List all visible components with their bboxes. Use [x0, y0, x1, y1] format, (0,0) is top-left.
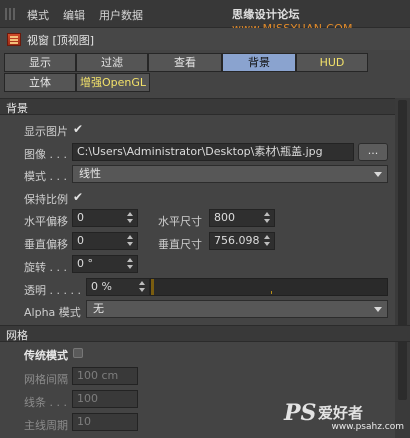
- window-title: 视窗 [顶视图]: [27, 34, 95, 47]
- major-lines-label: 主线周期: [24, 419, 68, 432]
- grid-spacing-value: 100 cm: [77, 369, 119, 382]
- tab-enhanced-opengl[interactable]: 增强OpenGL: [76, 73, 150, 92]
- rotate-value: 0 °: [77, 257, 93, 270]
- transparency-label: 透明 . . . . .: [24, 284, 81, 297]
- h-offset-label: 水平偏移: [24, 215, 68, 228]
- section-grid[interactable]: 网格: [0, 325, 410, 342]
- watermark-prefix: 思缘设计论坛: [232, 8, 300, 21]
- major-lines-value: 10: [77, 415, 91, 428]
- v-offset-input[interactable]: 0: [72, 232, 138, 250]
- keep-ratio-label: 保持比例: [24, 193, 68, 206]
- spinner-icon[interactable]: [264, 212, 271, 224]
- logo-url: www.psahz.com: [331, 422, 404, 432]
- h-size-value: 800: [214, 211, 235, 224]
- transparency-input[interactable]: 0 %: [86, 278, 150, 296]
- v-offset-label: 垂直偏移: [24, 238, 68, 251]
- v-size-label: 垂直尺寸: [158, 238, 202, 251]
- chevron-down-icon: [374, 307, 382, 312]
- tab-display[interactable]: 显示: [4, 53, 76, 72]
- viewport-icon: [7, 33, 21, 46]
- title-bar: 视窗 [顶视图]: [0, 28, 410, 50]
- mode-dropdown[interactable]: 线性: [72, 165, 388, 183]
- v-offset-value: 0: [77, 234, 84, 247]
- image-label: 图像 . . .: [24, 148, 67, 161]
- grid-lines-label: 线条 . . .: [24, 396, 67, 409]
- spinner-icon[interactable]: [127, 235, 134, 247]
- alpha-mode-value: 无: [93, 302, 104, 315]
- section-grid-label: 网格: [6, 329, 28, 342]
- grid-spacing-label: 网格间隔: [24, 373, 68, 386]
- site-logo: PS 爱好者 www.psahz.com: [284, 400, 404, 432]
- browse-button[interactable]: ...: [358, 143, 388, 161]
- section-background-label: 背景: [6, 102, 28, 115]
- logo-cn: 爱好者: [318, 404, 364, 422]
- v-size-value: 756.098: [214, 234, 260, 247]
- menu-bar: 模式 编辑 用户数据 思缘设计论坛 www.MISSYUAN.COM: [0, 0, 410, 35]
- spinner-icon[interactable]: [127, 258, 134, 270]
- chevron-down-icon: [374, 172, 382, 177]
- rotate-input[interactable]: 0 °: [72, 255, 138, 273]
- show-image-label: 显示图片: [24, 125, 68, 138]
- show-image-checkbox[interactable]: ✔: [73, 123, 85, 135]
- major-lines-input[interactable]: 10: [72, 413, 138, 431]
- tab-background[interactable]: 背景: [222, 53, 296, 72]
- tab-filter[interactable]: 过滤: [76, 53, 148, 72]
- h-size-label: 水平尺寸: [158, 215, 202, 228]
- alpha-mode-label: Alpha 模式: [24, 306, 81, 319]
- menu-userdata[interactable]: 用户数据: [99, 7, 143, 23]
- scrollbar-thumb[interactable]: [398, 100, 407, 400]
- grid-spacing-input[interactable]: 100 cm: [72, 367, 138, 385]
- h-offset-value: 0: [77, 211, 84, 224]
- logo-ps: PS: [284, 400, 317, 426]
- legacy-mode-checkbox[interactable]: [73, 348, 83, 358]
- v-size-input[interactable]: 756.098: [209, 232, 275, 250]
- grid-lines-value: 100: [77, 392, 98, 405]
- slider-fill: [151, 279, 154, 295]
- grid-lines-input[interactable]: 100: [72, 390, 138, 408]
- rotate-label: 旋转 . . .: [24, 261, 67, 274]
- menu-mode[interactable]: 模式: [27, 7, 49, 23]
- tab-view[interactable]: 查看: [148, 53, 222, 72]
- slider-tick: [271, 291, 272, 294]
- section-background[interactable]: 背景: [0, 98, 410, 115]
- h-offset-input[interactable]: 0: [72, 209, 138, 227]
- tab-hud[interactable]: HUD: [296, 53, 368, 72]
- h-size-input[interactable]: 800: [209, 209, 275, 227]
- image-path-field[interactable]: C:\Users\Administrator\Desktop\素材\瓶盖.jpg: [72, 143, 354, 161]
- transparency-value: 0 %: [91, 280, 112, 293]
- tab-stereo[interactable]: 立体: [4, 73, 76, 92]
- spinner-icon[interactable]: [264, 235, 271, 247]
- grip-icon[interactable]: [5, 8, 17, 20]
- menu-edit[interactable]: 编辑: [63, 7, 85, 23]
- spinner-icon[interactable]: [139, 281, 146, 293]
- mode-value: 线性: [79, 167, 101, 180]
- mode-label: 模式 . . .: [24, 170, 67, 183]
- legacy-mode-label: 传统模式: [24, 349, 68, 362]
- alpha-mode-dropdown[interactable]: 无: [86, 300, 388, 318]
- keep-ratio-checkbox[interactable]: ✔: [73, 191, 85, 203]
- transparency-slider[interactable]: [150, 278, 388, 296]
- spinner-icon[interactable]: [127, 212, 134, 224]
